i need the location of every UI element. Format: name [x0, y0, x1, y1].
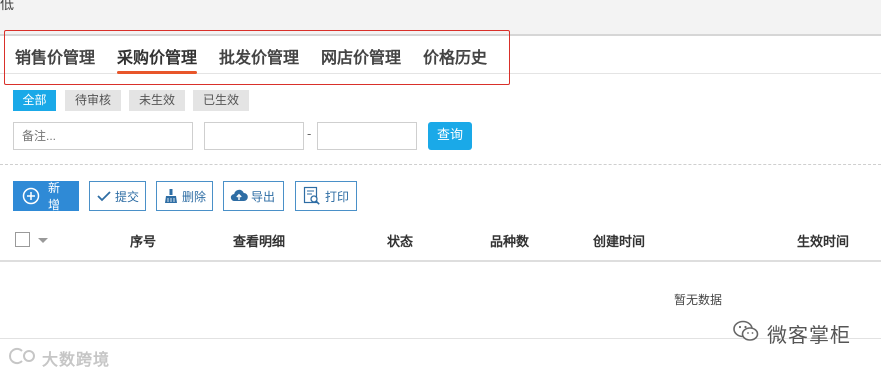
delete-button-label: 删除: [182, 189, 207, 204]
column-header-item-count[interactable]: 品种数: [490, 231, 529, 250]
tab-price-history[interactable]: 价格历史: [423, 44, 487, 68]
column-header-effective-time[interactable]: 生效时间: [797, 231, 849, 250]
tab-sales-price[interactable]: 销售价管理: [15, 44, 95, 68]
watermark-left-text: 大数跨境: [42, 350, 111, 369]
filter-not-effective[interactable]: 未生效: [129, 90, 185, 111]
date-to-input[interactable]: [317, 122, 417, 150]
remark-search-input[interactable]: [13, 122, 193, 150]
dashed-divider: [0, 164, 881, 165]
chevron-down-icon[interactable]: [38, 238, 48, 243]
watermark-right: 微客掌柜: [733, 319, 851, 348]
filter-pending-review[interactable]: 待审核: [65, 90, 121, 111]
submit-button-label: 提交: [115, 189, 140, 204]
watermark-left: 大数跨境: [8, 346, 110, 370]
table-header: 序号 查看明细 状态 品种数 创建时间 生效时间: [0, 222, 881, 262]
submit-button[interactable]: 提交: [89, 181, 146, 211]
filter-all[interactable]: 全部: [13, 90, 56, 111]
print-preview-icon: [302, 186, 322, 206]
export-button[interactable]: 导出: [223, 181, 284, 211]
watermark-right-text: 微客掌柜: [767, 323, 851, 347]
tab-wholesale-price[interactable]: 批发价管理: [219, 44, 299, 68]
top-strip: [0, 0, 881, 36]
print-button-label: 打印: [325, 189, 350, 204]
cloud-upload-icon: [230, 188, 248, 204]
select-all-checkbox[interactable]: [15, 232, 30, 247]
tab-purchase-price[interactable]: 采购价管理: [117, 44, 198, 74]
column-header-index[interactable]: 序号: [130, 231, 156, 250]
column-header-created-time[interactable]: 创建时间: [593, 231, 645, 250]
logo-mark-icon: [8, 347, 38, 369]
range-separator: -: [307, 127, 312, 141]
print-button[interactable]: 打印: [295, 181, 357, 211]
add-button-label: 新增: [48, 181, 61, 212]
add-button[interactable]: 新增: [13, 181, 79, 212]
export-button-label: 导出: [251, 189, 276, 204]
date-from-input[interactable]: [204, 122, 304, 150]
delete-button[interactable]: 删除: [156, 181, 213, 211]
column-header-status[interactable]: 状态: [387, 231, 413, 250]
tab-online-store-price[interactable]: 网店价管理: [321, 44, 401, 68]
page-title-fragment: 低: [0, 0, 14, 13]
check-icon: [96, 189, 112, 203]
wechat-icon: [733, 319, 759, 348]
empty-state-text: 暂无数据: [674, 293, 723, 307]
column-header-view-detail[interactable]: 查看明细: [233, 231, 285, 250]
query-button[interactable]: 查询: [428, 122, 472, 150]
plus-circle-icon: [22, 187, 40, 205]
filter-effective[interactable]: 已生效: [193, 90, 249, 111]
broom-icon: [163, 188, 179, 204]
tab-bar: 销售价管理 采购价管理 批发价管理 网店价管理 价格历史: [0, 36, 881, 74]
